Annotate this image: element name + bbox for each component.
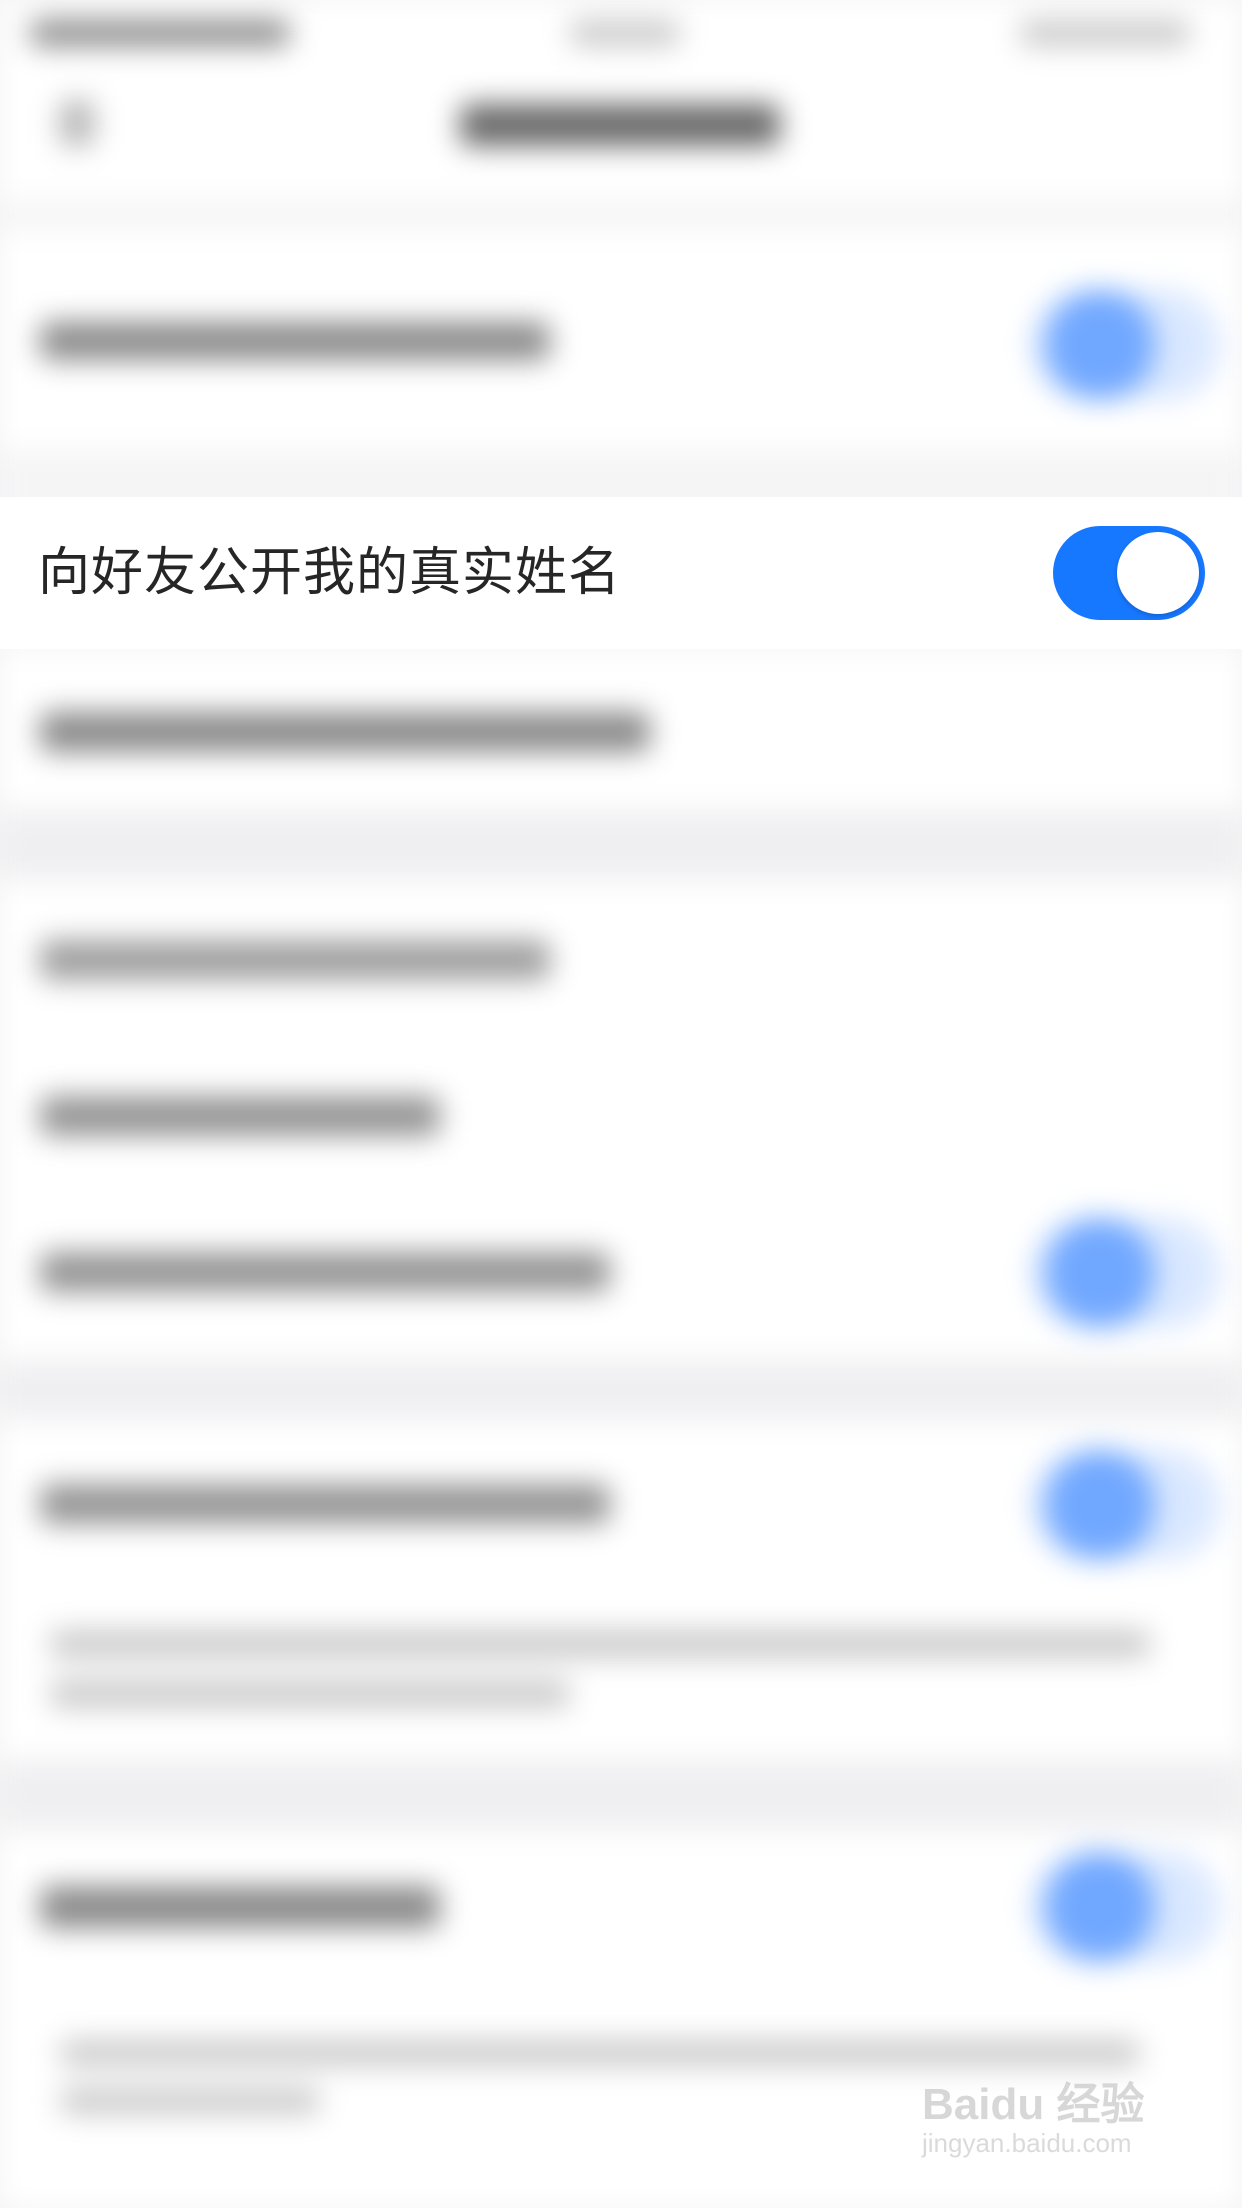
setting-row-show-real-name: 向好友公开我的真实姓名 — [0, 497, 1242, 649]
status-bar-time — [570, 20, 680, 46]
status-bar-left — [30, 20, 290, 46]
settings-row-5-label — [40, 1096, 440, 1136]
watermark-logo-text: Baidu 经验 — [922, 2080, 1145, 2129]
settings-row-4-label — [40, 940, 550, 980]
show-real-name-toggle[interactable] — [1053, 526, 1205, 620]
section-separator-1 — [0, 810, 1242, 880]
settings-row-8-toggle[interactable] — [1045, 1852, 1155, 1962]
section-separator-3 — [0, 1760, 1242, 1830]
settings-row-8-description-line-2 — [60, 2088, 320, 2114]
settings-row-7-description-line-2 — [50, 1680, 570, 1708]
settings-row-7-label — [40, 1484, 610, 1524]
settings-row-8-label — [40, 1886, 440, 1928]
settings-row-1-toggle[interactable] — [1045, 290, 1155, 400]
blurred-background — [0, 0, 1242, 2208]
section-separator-2 — [0, 1360, 1242, 1420]
settings-row-7-description-line-1 — [50, 1630, 1150, 1658]
back-icon[interactable] — [60, 100, 94, 146]
toggle-knob — [1117, 532, 1199, 614]
settings-row-6-toggle[interactable] — [1045, 1218, 1155, 1328]
settings-row-1-label — [40, 322, 550, 360]
nav-title — [460, 104, 780, 146]
status-bar-right — [1020, 20, 1190, 46]
settings-row-3-label — [40, 712, 650, 752]
settings-row-6-label — [40, 1252, 610, 1292]
watermark-url: jingyan.baidu.com — [922, 2128, 1132, 2158]
settings-row-8-description-line-1 — [60, 2040, 1140, 2066]
watermark: Baidu 经验 jingyan.baidu.com — [922, 2068, 1172, 2178]
setting-label-show-real-name: 向好友公开我的真实姓名 — [38, 543, 622, 603]
settings-row-7-toggle[interactable] — [1045, 1450, 1155, 1560]
